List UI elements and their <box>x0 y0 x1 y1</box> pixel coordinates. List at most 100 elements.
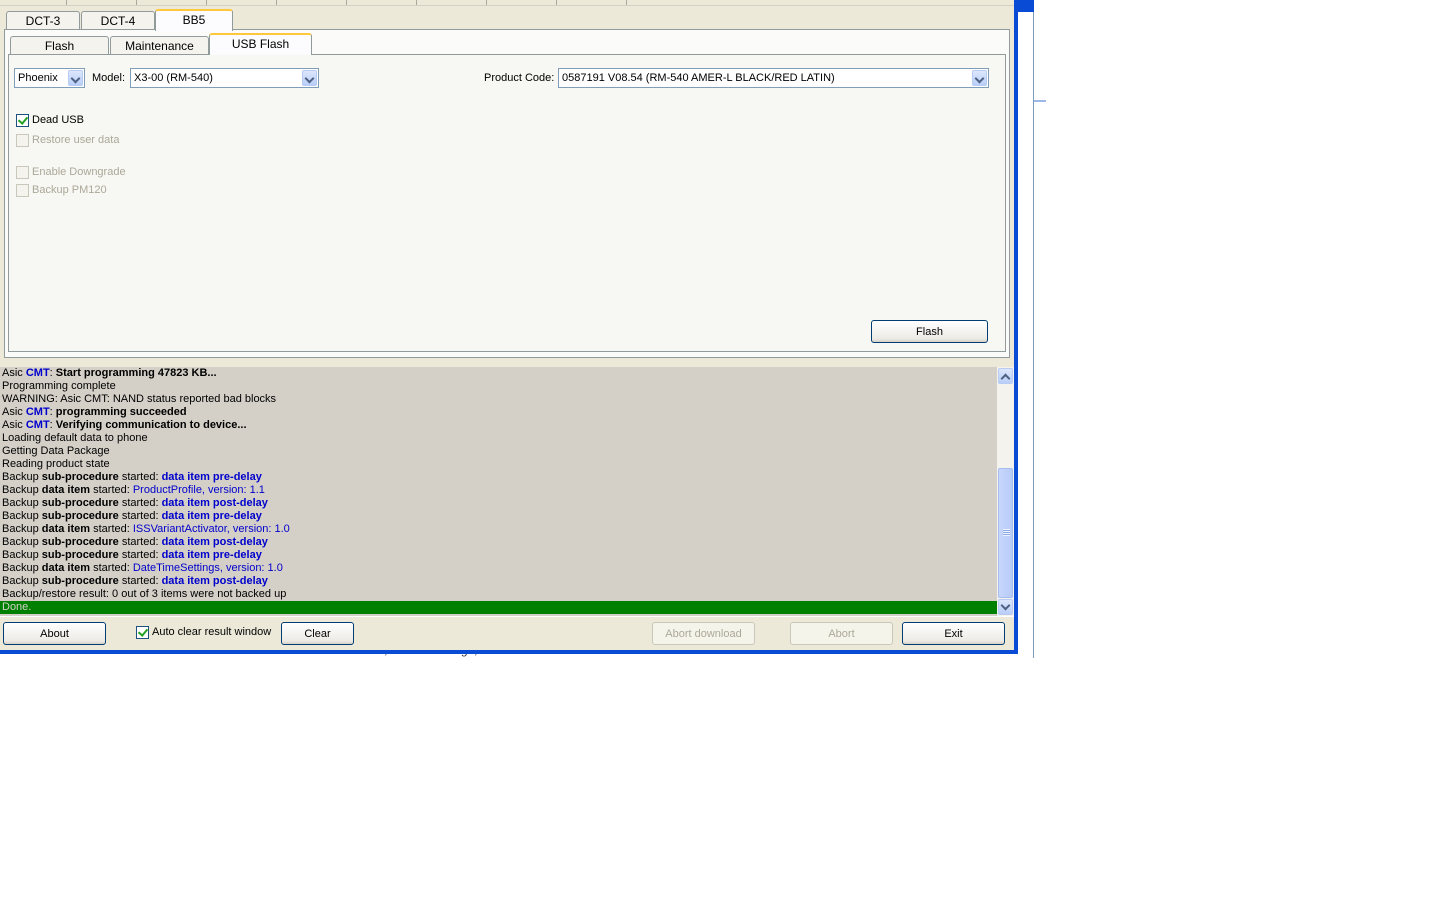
log-line: Backup/restore result: 0 out of 3 items … <box>0 588 997 601</box>
log-segment: data item <box>41 523 91 535</box>
clear-button[interactable]: Clear <box>281 622 354 645</box>
log-segment: sub-procedure <box>41 536 119 548</box>
product-code-select[interactable]: 0587191 V08.54 (RM-540 AMER-L BLACK/RED … <box>558 68 989 88</box>
scrollbar-thumb[interactable] <box>998 468 1013 598</box>
log-segment: started: <box>118 575 162 587</box>
log-segment: Backup <box>2 575 42 587</box>
tab-dct3[interactable]: DCT-3 <box>6 11 80 30</box>
chevron-down-icon[interactable] <box>972 70 987 86</box>
restore-user-data-checkbox <box>16 134 29 147</box>
log-segment: Programming complete <box>2 380 116 392</box>
log-segment: started: <box>118 497 162 509</box>
log-segment: Backup <box>2 484 42 496</box>
dead-usb-checkbox[interactable] <box>16 114 29 127</box>
log-segment: programming succeeded <box>55 406 187 418</box>
log-line: Backup data item started: ISSVariantActi… <box>0 523 997 536</box>
tab-flash[interactable]: Flash <box>10 36 109 55</box>
log-segment: Asic <box>2 406 26 418</box>
log-segment: started: <box>90 484 133 496</box>
log-segment: started: <box>90 562 133 574</box>
model-select[interactable]: X3-00 (RM-540) <box>130 68 319 88</box>
log-segment: Asic <box>2 419 26 431</box>
log-line: Asic CMT: programming succeeded <box>0 406 997 419</box>
log-segment: sub-procedure <box>41 575 119 587</box>
log-line: Backup sub-procedure started: data item … <box>0 549 997 562</box>
log-line: Loading default data to phone <box>0 432 997 445</box>
window-frame-right <box>1014 0 1018 654</box>
log-line: Asic CMT: Verifying communication to dev… <box>0 419 997 432</box>
backup-pm120-checkbox <box>16 184 29 197</box>
abort-button: Abort <box>790 622 893 645</box>
log-line: Getting Data Package <box>0 445 997 458</box>
log-segment: data item pre-delay <box>161 471 262 483</box>
log-segment: WARNING: Asic CMT: NAND status reported … <box>2 393 277 405</box>
abort-download-button: Abort download <box>652 622 755 645</box>
tab-dct4[interactable]: DCT-4 <box>81 11 155 30</box>
exit-button[interactable]: Exit <box>902 622 1005 645</box>
log-segment: sub-procedure <box>41 471 119 483</box>
log-segment: started: <box>118 510 162 522</box>
log-segment: data item post-delay <box>161 575 268 587</box>
log-line: Backup data item started: ProductProfile… <box>0 484 997 497</box>
log-scrollbar[interactable] <box>997 367 1014 616</box>
flash-tool-window: DCT-3 DCT-4 BB5 Flash Maintenance USB Fl… <box>0 0 1018 654</box>
log-segment: started: <box>118 471 162 483</box>
tab-usb-flash[interactable]: USB Flash <box>209 33 312 55</box>
log-line: WARNING: Asic CMT: NAND status reported … <box>0 393 997 406</box>
log-segment: data item pre-delay <box>161 549 262 561</box>
log-segment: data item post-delay <box>161 536 268 548</box>
usb-flash-panel <box>8 54 1006 352</box>
log-segment: Start programming 47823 KB... <box>55 367 217 379</box>
log-segment: started: <box>118 536 162 548</box>
auto-clear-label[interactable]: Auto clear result window <box>152 626 271 638</box>
about-button[interactable]: About <box>3 622 106 645</box>
log-line: Done. <box>0 601 997 614</box>
mode-select[interactable]: Phoenix <box>14 68 85 88</box>
toolbar-strip <box>0 0 1014 6</box>
log-segment: sub-procedure <box>41 497 119 509</box>
log-line: Backup sub-procedure started: data item … <box>0 575 997 588</box>
log-segment: Done. <box>2 601 32 613</box>
scroll-up-icon[interactable] <box>998 368 1013 384</box>
log-segment: Backup <box>2 497 42 509</box>
tab-bb5[interactable]: BB5 <box>155 9 233 31</box>
log-segment: started: <box>90 523 133 535</box>
log-line: Programming complete <box>0 380 997 393</box>
log-segment: CMT <box>25 367 50 379</box>
log-segment: data item <box>41 484 91 496</box>
background-window-titlebar <box>1018 0 1034 12</box>
log-line: Asic CMT: Start programming 47823 KB... <box>0 367 997 380</box>
chevron-down-icon[interactable] <box>68 70 83 86</box>
product-code-select-value: 0587191 V08.54 (RM-540 AMER-L BLACK/RED … <box>562 72 835 84</box>
log-segment: Backup <box>2 510 42 522</box>
log-segment: DateTimeSettings, version: 1.0 <box>132 562 283 574</box>
log-segment: CMT <box>25 419 50 431</box>
log-segment: data item post-delay <box>161 497 268 509</box>
scroll-down-icon[interactable] <box>998 599 1013 615</box>
log-segment: Backup <box>2 471 42 483</box>
model-select-value: X3-00 (RM-540) <box>134 72 213 84</box>
log-segment: Backup <box>2 562 42 574</box>
mode-select-value: Phoenix <box>18 72 58 84</box>
log-segment: data item pre-delay <box>161 510 262 522</box>
log-segment: started: <box>118 549 162 561</box>
chevron-down-icon[interactable] <box>302 70 317 86</box>
auto-clear-checkbox[interactable] <box>136 626 149 639</box>
enable-downgrade-checkbox <box>16 166 29 179</box>
flash-button[interactable]: Flash <box>871 320 988 343</box>
background-window-panel <box>1034 0 1046 102</box>
log-segment: Backup <box>2 549 42 561</box>
tab-maintenance[interactable]: Maintenance <box>110 36 209 55</box>
log-segment: Asic <box>2 367 26 379</box>
log-segment: Verifying communication to device... <box>55 419 247 431</box>
result-log[interactable]: Asic CMT: Start programming 47823 KB... P… <box>0 367 997 616</box>
window-frame-bottom <box>0 650 1018 654</box>
log-segment: ISSVariantActivator, version: 1.0 <box>132 523 290 535</box>
product-code-label: Product Code: <box>484 72 555 84</box>
log-segment: data item <box>41 562 91 574</box>
log-line: Backup data item started: DateTimeSettin… <box>0 562 997 575</box>
log-segment: sub-procedure <box>41 549 119 561</box>
log-line: Backup sub-procedure started: data item … <box>0 536 997 549</box>
dead-usb-label[interactable]: Dead USB <box>32 114 84 126</box>
log-segment: ProductProfile, version: 1.1 <box>132 484 265 496</box>
